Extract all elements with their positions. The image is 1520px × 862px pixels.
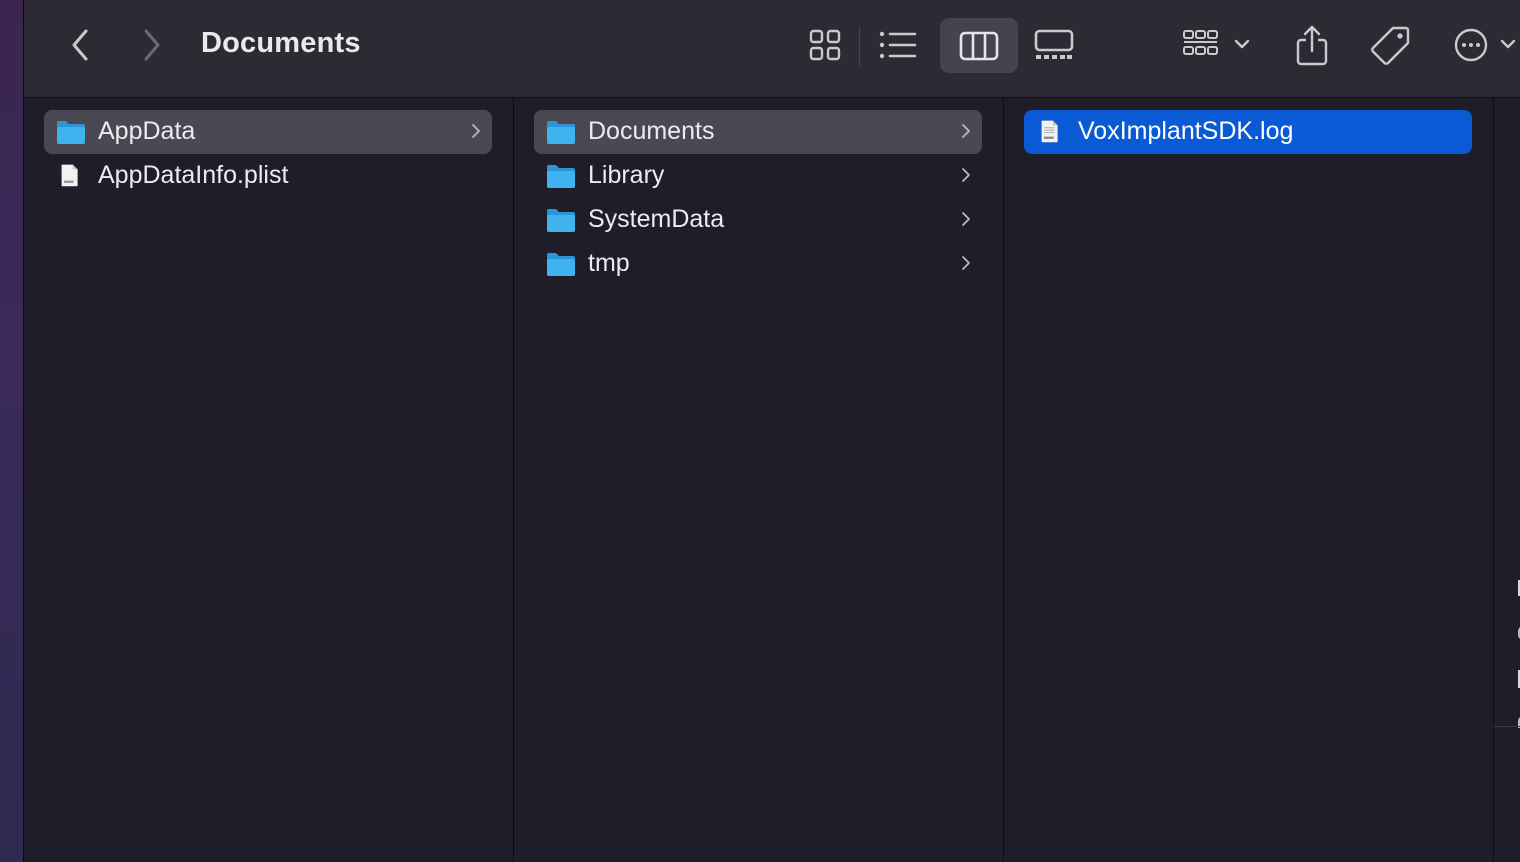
columns-icon — [959, 31, 999, 60]
forward-button[interactable] — [132, 24, 172, 66]
list-item-documents[interactable]: Documents — [534, 110, 982, 154]
list-item-label: VoxImplantSDK.log — [1078, 117, 1294, 145]
chevron-right-icon — [144, 29, 160, 61]
window-title: Documents — [201, 27, 361, 59]
list-item-appdatainfo-plist[interactable]: AppDataInfo.plist — [44, 154, 492, 198]
list-item-tmp[interactable]: tmp — [534, 242, 982, 286]
back-button[interactable] — [60, 24, 100, 66]
list-item-label: tmp — [588, 249, 630, 277]
list-item-library[interactable]: Library — [534, 154, 982, 198]
list-view-button[interactable] — [874, 22, 922, 68]
list-item-label: Library — [588, 161, 665, 189]
folder-icon — [547, 165, 575, 188]
chevron-right-icon — [472, 124, 480, 138]
toolbar: Documents — [24, 0, 1520, 98]
finder-window: Documents AppData AppDataInfo.plist Docu… — [23, 0, 1520, 862]
folder-icon — [547, 209, 575, 232]
icon-view-button[interactable] — [802, 22, 848, 68]
log-file-icon — [1041, 120, 1058, 143]
tag-button[interactable] — [1368, 22, 1414, 68]
list-item-label: SystemData — [588, 205, 725, 233]
chevron-right-icon — [962, 212, 970, 226]
list-item-label: AppDataInfo.plist — [98, 161, 289, 189]
folder-icon — [57, 121, 85, 144]
chevron-right-icon — [962, 124, 970, 138]
list-item-label: Documents — [588, 117, 715, 145]
preview-divider — [1494, 726, 1520, 727]
list-item-voximplantsdk-log[interactable]: VoxImplantSDK.log — [1024, 110, 1472, 154]
list-item-label: AppData — [98, 117, 196, 145]
more-icon — [1454, 28, 1516, 62]
chevron-right-icon — [962, 168, 970, 182]
chevron-left-icon — [72, 29, 88, 61]
list-item-systemdata[interactable]: SystemData — [534, 198, 982, 242]
plist-file-icon — [61, 164, 78, 187]
gallery-view-button[interactable] — [1030, 22, 1078, 68]
share-icon — [1296, 25, 1328, 66]
group-icon — [1183, 30, 1250, 55]
folder-icon — [547, 253, 575, 276]
share-button[interactable] — [1290, 20, 1334, 70]
desktop-background — [0, 0, 23, 862]
preview-pane — [1494, 98, 1520, 862]
more-actions-button[interactable] — [1452, 22, 1520, 68]
tag-icon — [1371, 26, 1410, 65]
column-view-button[interactable] — [940, 18, 1018, 73]
browser-column-3: VoxImplantSDK.log — [1004, 98, 1494, 862]
list-icon — [879, 31, 917, 59]
grid-icon — [809, 29, 841, 61]
toolbar-separator — [859, 26, 860, 66]
chevron-right-icon — [962, 256, 970, 270]
list-item-appdata[interactable]: AppData — [44, 110, 492, 154]
folder-icon — [547, 121, 575, 144]
group-by-button[interactable] — [1176, 22, 1258, 68]
browser-column-1: AppData AppDataInfo.plist — [24, 98, 514, 862]
browser-column-2: Documents Library SystemData tmp — [514, 98, 1004, 862]
gallery-icon — [1034, 29, 1074, 59]
